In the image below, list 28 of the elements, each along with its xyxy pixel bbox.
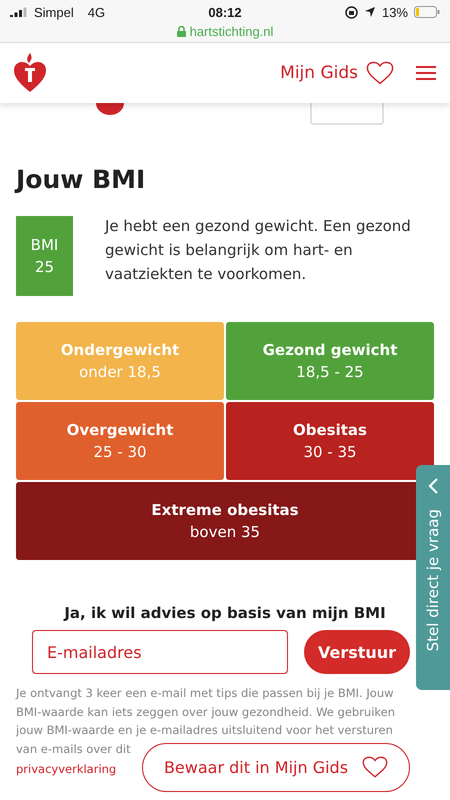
privacy-link[interactable]: privacyverklaring [16, 762, 116, 776]
chevron-left-icon [427, 477, 439, 495]
heart-icon [362, 756, 388, 779]
heart-torch-logo[interactable] [14, 53, 46, 93]
bmi-category-tile: Overgewicht 25 - 30 [16, 402, 224, 480]
heart-icon [366, 61, 394, 85]
my-guide-link[interactable]: Mijn Gids [280, 61, 394, 85]
url-text: hartstichting.nl [190, 24, 274, 39]
result-message: Je hebt een gezond gewicht. Een gezond gewicht is belangrijk om hart- en vaatziekten te voorkomen. [105, 216, 412, 285]
lock-icon [176, 26, 186, 37]
menu-icon[interactable] [416, 65, 436, 81]
carrier-name: Simpel [34, 4, 74, 20]
bmi-category-tile: Gezond gewicht 18,5 - 25 [226, 322, 434, 400]
network-type: 4G [88, 4, 106, 20]
slider-thumb-drawing [96, 103, 124, 115]
section-title: Jouw BMI [16, 165, 146, 194]
battery-percentage: 13% [382, 4, 408, 20]
bmi-category-tile: Ondergewicht onder 18,5 [16, 322, 224, 400]
location-arrow-icon [364, 6, 376, 18]
rotation-lock-icon [344, 6, 358, 18]
clock: 08:12 [208, 4, 242, 20]
bmi-badge: BMI 25 [16, 216, 73, 296]
signal-icon [10, 7, 28, 17]
save-to-guide-button[interactable]: Bewaar dit in Mijn Gids [142, 743, 410, 792]
bmi-category-tile: Obesitas 30 - 35 [226, 402, 434, 480]
email-input[interactable]: E-mailadres [32, 630, 288, 674]
battery-icon [414, 6, 440, 18]
send-button[interactable]: Verstuur [304, 630, 410, 674]
